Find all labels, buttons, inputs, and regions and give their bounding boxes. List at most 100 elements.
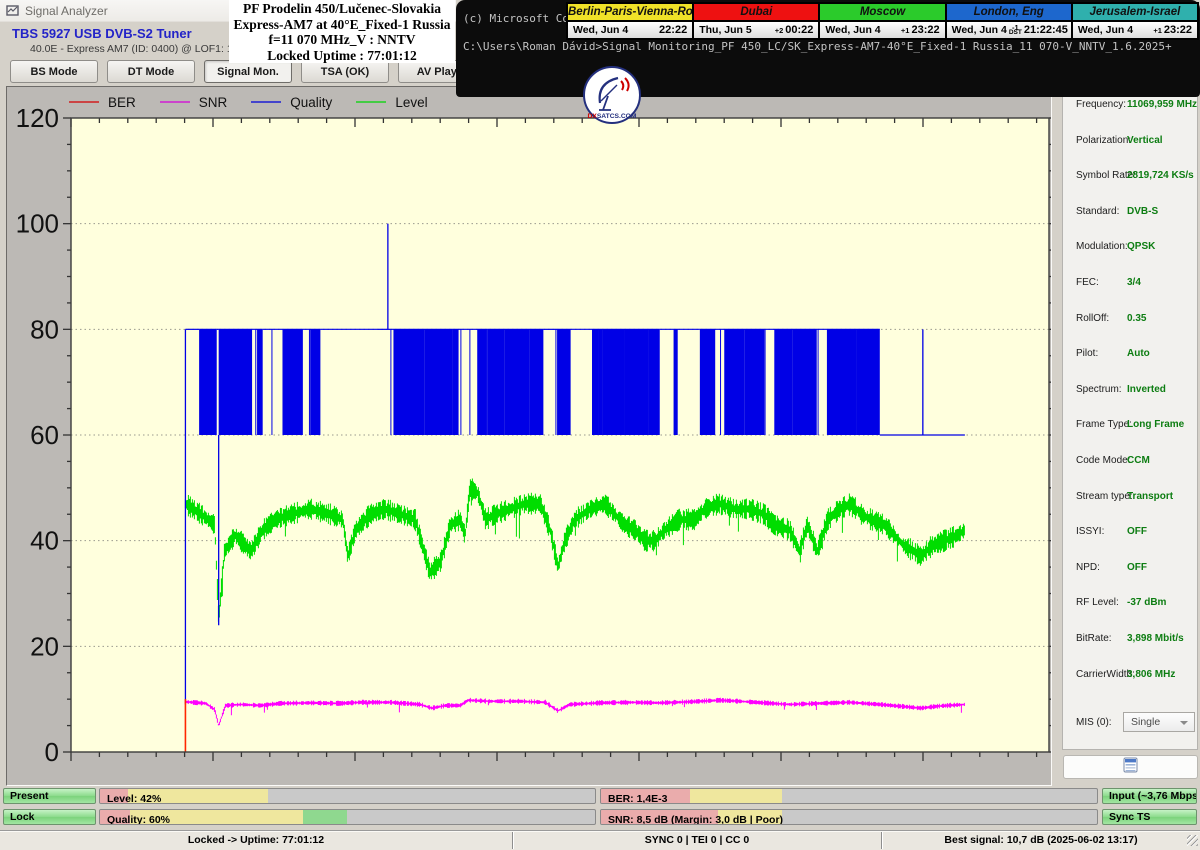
tab-tsa-ok-[interactable]: TSA (OK) [301,60,389,83]
clock-time: 23:22 [911,24,939,36]
snr-bar-label: SNR: 8,5 dB (Margin: 3,0 dB | Poor) [601,814,783,825]
status-row-1: Present Level: 42% BER: 1,4E-3 Input (~3… [0,788,1200,805]
ber-bar-label: BER: 1,4E-3 [601,793,668,804]
tab-bs-mode[interactable]: BS Mode [10,60,98,83]
statusbar-best-signal: Best signal: 10,7 dB (2025-06-02 13:17) [882,831,1200,850]
clock-city: Berlin-Paris-Vienna-Roma [568,4,692,22]
level-bar: Level: 42% [99,788,596,804]
param-row-carrierwidth-: CarrierWidth:3,806 MHz [1063,669,1197,693]
parameters-panel: Frequency:11069,959 MHz Polarization:Vert… [1062,90,1198,750]
param-row-frequency-: Frequency:11069,959 MHz [1063,99,1197,123]
param-row-pilot-: Pilot:Auto [1063,348,1197,372]
clock-time-row: Wed, Jun 4 +123:22 [1073,22,1197,38]
sync-ts-indicator: Sync TS [1102,809,1197,825]
present-indicator: Present [3,788,96,804]
tab-bar: BS ModeDT ModeSignal Mon.TSA (OK)AV Play… [10,60,486,84]
clock-london-eng: London, EngWed, Jun 4-1DST21:22:45 [947,4,1071,38]
chevron-down-icon [1180,721,1188,725]
clock-berlin-paris-vienna-roma: Berlin-Paris-Vienna-RomaWed, Jun 422:22 [568,4,692,38]
lock-indicator: Lock [3,809,96,825]
tuner-subtitle: 40.0E - Express AM7 (ID: 0400) @ LOF1: 1… [30,43,230,55]
list-icon [1123,757,1138,778]
svg-text:40: 40 [30,526,59,556]
clock-utc-offset: +2 [775,28,784,33]
chart-panel: BERSNRQualityLevel 020406080100120 [6,86,1052,786]
signal-chart: 020406080100120 [7,87,1051,785]
param-label: RollOff: [1076,313,1109,324]
svg-text:0: 0 [45,737,59,767]
param-value: Long Frame [1127,419,1184,430]
mis-select[interactable]: Single [1123,712,1195,732]
param-label: Stream type: [1076,491,1133,502]
tuner-title: TBS 5927 USB DVB-S2 Tuner [12,26,192,41]
param-value: 11069,959 MHz [1127,99,1197,110]
param-label: FEC: [1076,277,1099,288]
param-row-issyi-: ISSYI: OFF [1063,526,1197,550]
clock-moscow: MoscowWed, Jun 4+123:22 [820,4,944,38]
clock-city: London, Eng [947,4,1071,22]
param-row-frame-type-: Frame Type:Long Frame [1063,419,1197,443]
param-label: Frame Type: [1076,419,1132,430]
param-label: Modulation: [1076,241,1128,252]
param-label: ISSYI: [1076,526,1104,537]
clock-day: Wed, Jun 4 [825,24,880,36]
param-value: 0.35 [1127,313,1146,324]
param-label: Frequency: [1076,99,1126,110]
dxsatcs-logo: DXSATCS.COM [583,66,641,124]
svg-text:60: 60 [30,420,59,450]
param-value: Inverted [1127,384,1166,395]
param-row-rf-level-: RF Level:-37 dBm [1063,597,1197,621]
statusbar-uptime: Locked -> Uptime: 77:01:12 [0,831,512,850]
quality-bar: Quality: 60% [99,809,596,825]
clock-city: Moscow [820,4,944,22]
clock-utc-offset: +1 [1153,28,1162,33]
input-indicator: Input (~3,76 Mbps) [1102,788,1197,804]
param-value: 3,806 MHz [1127,669,1175,680]
param-row-bitrate-: BitRate:3,898 Mbit/s [1063,633,1197,657]
param-value: 3/4 [1127,277,1141,288]
clock-day: Thu, Jun 5 [699,24,752,36]
satellite-dish-icon: DXSATCS.COM [585,68,639,122]
param-row-standard-: Standard:DVB-S [1063,206,1197,230]
param-label: Polarization: [1076,135,1131,146]
tab-signal-mon-[interactable]: Signal Mon. [204,60,292,83]
param-label: Spectrum: [1076,384,1122,395]
clock-time: 21:22:45 [1024,24,1068,36]
param-value: OFF [1127,526,1147,537]
tab-dt-mode[interactable]: DT Mode [107,60,195,83]
param-row-polarization-: Polarization:Vertical [1063,135,1197,159]
caption-line: f=11 070 MHz_V : NNTV [229,32,455,48]
caption-line: PF Prodelin 450/Lučenec-Slovakia [229,1,455,17]
screen: Signal Analyzer TBS 5927 USB DVB-S2 Tune… [0,0,1200,850]
resize-grip[interactable] [1187,835,1198,846]
clock-day: Wed, Jun 4 [1078,24,1133,36]
statusbar: Locked -> Uptime: 77:01:12 SYNC 0 | TEI … [0,830,1200,850]
clock-time: 00:22 [785,24,813,36]
svg-text:80: 80 [30,314,59,344]
clock-jerusalem-israel: Jerusalem-IsraelWed, Jun 4+123:22 [1073,4,1197,38]
clock-time: 23:22 [1164,24,1192,36]
param-label: NPD: [1076,562,1100,573]
param-row-npd-: NPD: OFF [1063,562,1197,586]
param-value: Vertical [1127,135,1163,146]
param-value: Auto [1127,348,1150,359]
bar-zone [303,810,348,824]
param-value: Transport [1127,491,1173,502]
svg-text:DXSATCS.COM: DXSATCS.COM [588,113,637,120]
param-label: Code Mode: [1076,455,1130,466]
clock-day: Wed, Jun 4 [952,24,1007,36]
ber-bar: BER: 1,4E-3 [600,788,1098,804]
param-value: OFF [1127,562,1147,573]
world-clocks: Berlin-Paris-Vienna-RomaWed, Jun 422:22D… [566,2,1199,40]
terminal-line: (c) Microsoft Co [463,12,569,25]
param-value: 2819,724 KS/s [1127,170,1194,181]
level-bar-label: Level: 42% [100,793,161,804]
svg-text:120: 120 [16,103,59,133]
clock-dubai: DubaiThu, Jun 5+200:22 [694,4,818,38]
transport-stream-button[interactable] [1063,755,1198,779]
param-value: DVB-S [1127,206,1158,217]
clock-time-row: Wed, Jun 422:22 [568,22,692,38]
clock-time-row: Thu, Jun 5 +200:22 [694,22,818,38]
param-row-stream-type-: Stream type:Transport [1063,491,1197,515]
param-value: QPSK [1127,241,1155,252]
